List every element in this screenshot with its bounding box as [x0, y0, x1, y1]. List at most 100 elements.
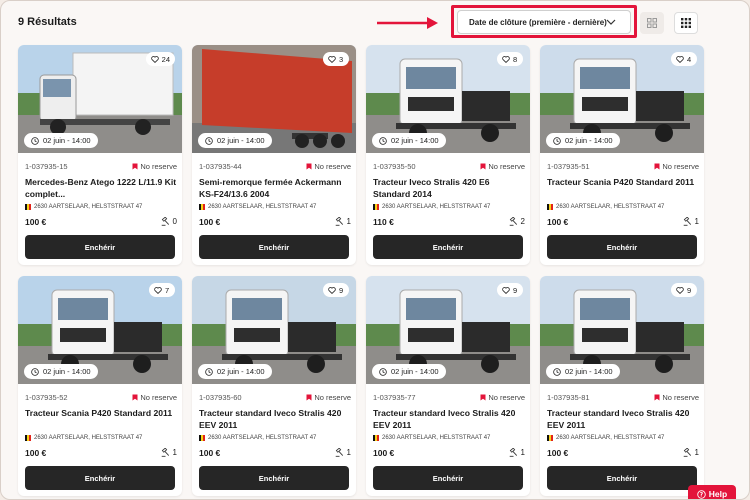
closing-date-text: 02 juin - 14:00 [217, 367, 265, 376]
belgium-flag-icon [199, 434, 205, 441]
lot-number: 1-037935-44 [199, 162, 242, 171]
bookmark-icon [306, 394, 312, 401]
heart-icon [502, 286, 510, 294]
bid-count: 0 [161, 217, 177, 226]
belgium-flag-icon [25, 203, 31, 210]
bookmark-icon [480, 394, 486, 401]
favorite-count: 8 [513, 54, 518, 64]
gavel-icon [683, 448, 691, 457]
favorite-button[interactable]: 8 [497, 52, 523, 66]
location-text: 2630 AARTSELAAR, HELSTSTRAAT 47 [556, 434, 665, 441]
belgium-flag-icon [199, 203, 205, 210]
bid-button[interactable]: Enchérir [373, 235, 523, 259]
closing-date: 02 juin - 14:00 [24, 364, 98, 379]
closing-date-text: 02 juin - 14:00 [391, 136, 439, 145]
heart-icon [676, 55, 684, 63]
bid-count-text: 1 [346, 217, 351, 226]
price-row: 100 € 1 [199, 448, 351, 459]
belgium-flag-icon [373, 203, 379, 210]
price-row: 100 € 1 [547, 217, 699, 228]
lot-title[interactable]: Tracteur standard Iveco Stralis 420 EEV … [199, 407, 353, 431]
bid-count: 2 [509, 217, 525, 226]
favorite-button[interactable]: 9 [671, 283, 697, 297]
bid-button[interactable]: Enchérir [199, 466, 349, 490]
lot-title[interactable]: Tracteur Scania P420 Standard 2011 [25, 407, 179, 419]
bid-button[interactable]: Enchérir [547, 466, 697, 490]
gavel-icon [161, 448, 169, 457]
favorite-button[interactable]: 24 [145, 52, 175, 66]
lot-card[interactable]: 9 02 juin - 14:00 1-037935-81 No reserve… [540, 276, 704, 496]
closing-date: 02 juin - 14:00 [198, 133, 272, 148]
bid-count-text: 1 [694, 448, 699, 457]
grid-large-view-button[interactable] [640, 12, 664, 34]
lot-meta: 1-037935-77 No reserve [373, 393, 525, 403]
closing-date-text: 02 juin - 14:00 [217, 136, 265, 145]
bid-button[interactable]: Enchérir [25, 466, 175, 490]
lot-card[interactable]: 7 02 juin - 14:00 1-037935-52 No reserve… [18, 276, 182, 496]
current-price: 100 € [373, 448, 395, 458]
bid-button[interactable]: Enchérir [547, 235, 697, 259]
bid-count-text: 0 [172, 217, 177, 226]
favorite-button[interactable]: 7 [149, 283, 175, 297]
reserve-badge: No reserve [306, 393, 351, 402]
closing-date: 02 juin - 14:00 [372, 364, 446, 379]
lot-card[interactable]: 8 02 juin - 14:00 1-037935-50 No reserve… [366, 45, 530, 265]
favorite-button[interactable]: 9 [323, 283, 349, 297]
reserve-badge: No reserve [480, 162, 525, 171]
belgium-flag-icon [25, 434, 31, 441]
bid-count-text: 1 [172, 448, 177, 457]
lot-title[interactable]: Semi-remorque fermée Ackermann KS-F24/13… [199, 176, 353, 200]
annotation-arrow-icon [377, 17, 438, 29]
reserve-badge: No reserve [654, 162, 699, 171]
price-row: 100 € 1 [547, 448, 699, 459]
price-row: 100 € 1 [373, 448, 525, 459]
lot-card[interactable]: 4 02 juin - 14:00 1-037935-51 No reserve… [540, 45, 704, 265]
sort-dropdown-label: Date de clôture (première - dernière) [469, 17, 607, 27]
clock-icon [31, 367, 39, 376]
favorite-count: 3 [339, 54, 344, 64]
clock-icon [31, 136, 39, 145]
lot-card[interactable]: 9 02 juin - 14:00 1-037935-77 No reserve… [366, 276, 530, 496]
lot-card[interactable]: 3 02 juin - 14:00 1-037935-44 No reserve… [192, 45, 356, 265]
price-row: 110 € 2 [373, 217, 525, 228]
lot-title[interactable]: Mercedes-Benz Atego 1222 L/11.9 Kit comp… [25, 176, 179, 200]
bid-button[interactable]: Enchérir [25, 235, 175, 259]
lot-card[interactable]: 24 02 juin - 14:00 1-037935-15 No reserv… [18, 45, 182, 265]
favorite-count: 24 [161, 54, 170, 64]
bookmark-icon [654, 394, 660, 401]
help-button[interactable]: ? Help [688, 485, 736, 499]
lot-location: 2630 AARTSELAAR, HELSTSTRAAT 47 [199, 202, 353, 211]
bid-count: 1 [509, 448, 525, 457]
lot-title[interactable]: Tracteur standard Iveco Stralis 420 EEV … [547, 407, 701, 431]
bid-button[interactable]: Enchérir [373, 466, 523, 490]
sort-dropdown[interactable]: Date de clôture (première - dernière) [457, 10, 631, 34]
closing-date-text: 02 juin - 14:00 [391, 367, 439, 376]
gavel-icon [509, 448, 517, 457]
reserve-text: No reserve [314, 393, 351, 402]
reserve-badge: No reserve [132, 393, 177, 402]
lot-location: 2630 AARTSELAAR, HELSTSTRAAT 47 [199, 433, 353, 442]
grid-small-view-button[interactable] [674, 12, 698, 34]
lot-meta: 1-037935-51 No reserve [547, 162, 699, 172]
bid-button[interactable]: Enchérir [199, 235, 349, 259]
favorite-button[interactable]: 4 [671, 52, 697, 66]
lot-title[interactable]: Tracteur Scania P420 Standard 2011 [547, 176, 701, 188]
clock-icon [553, 136, 561, 145]
favorite-count: 9 [687, 285, 692, 295]
heart-icon [676, 286, 684, 294]
lot-meta: 1-037935-15 No reserve [25, 162, 177, 172]
favorite-button[interactable]: 3 [323, 52, 349, 66]
help-icon: ? [697, 489, 706, 499]
reserve-text: No reserve [662, 393, 699, 402]
current-price: 100 € [25, 448, 47, 458]
lot-title[interactable]: Tracteur Iveco Stralis 420 E6 Standard 2… [373, 176, 527, 200]
location-text: 2630 AARTSELAAR, HELSTSTRAAT 47 [34, 203, 143, 210]
bookmark-icon [306, 163, 312, 170]
lot-number: 1-037935-15 [25, 162, 68, 171]
lot-card[interactable]: 9 02 juin - 14:00 1-037935-60 No reserve… [192, 276, 356, 496]
current-price: 100 € [199, 448, 221, 458]
lot-title[interactable]: Tracteur standard Iveco Stralis 420 EEV … [373, 407, 527, 431]
favorite-button[interactable]: 9 [497, 283, 523, 297]
reserve-text: No reserve [140, 393, 177, 402]
results-page: 9 Résultats Date de clôture (première - … [0, 0, 750, 500]
